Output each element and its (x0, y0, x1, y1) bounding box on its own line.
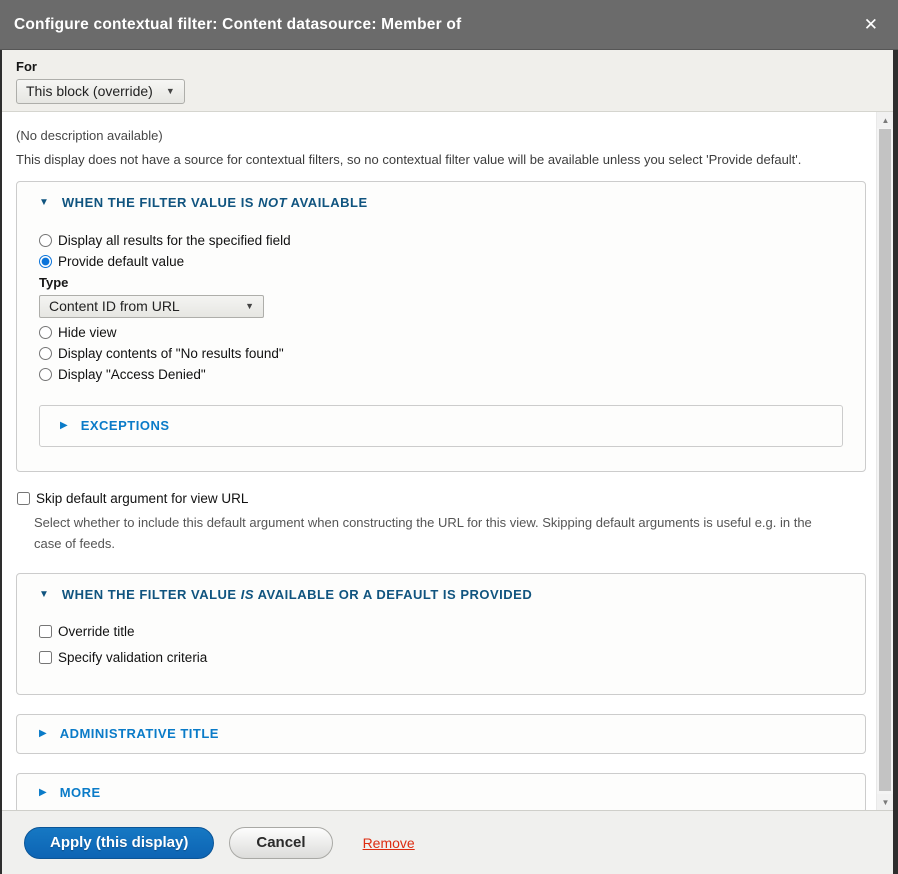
scroll-down-icon[interactable]: ▼ (877, 794, 893, 810)
radio-row-no-results[interactable]: Display contents of "No results found" (39, 346, 843, 361)
chevron-down-icon: ▼ (245, 301, 254, 311)
dialog-footer: Apply (this display) Cancel Remove (2, 810, 893, 874)
type-label: Type (39, 275, 843, 290)
fieldset-available-toggle[interactable]: ▼ When the filter value is available or … (39, 587, 843, 602)
type-select-value: Content ID from URL (49, 298, 180, 314)
chevron-down-icon: ▼ (166, 86, 175, 96)
checkbox-row-override-title[interactable]: Override title (39, 624, 843, 639)
default-action-options: Display all results for the specified fi… (39, 233, 843, 269)
cancel-button[interactable]: Cancel (229, 827, 332, 859)
vertical-scrollbar[interactable]: ▲ ▼ (876, 112, 893, 810)
checkbox-row-validation[interactable]: Specify validation criteria (39, 650, 843, 665)
scroll-up-icon[interactable]: ▲ (877, 112, 893, 128)
fieldset-available: ▼ When the filter value is available or … (16, 573, 866, 695)
radio-label: Display "Access Denied" (58, 367, 206, 382)
content-inner: (No description available) This display … (2, 112, 876, 810)
triangle-right-icon: ▶ (39, 728, 47, 739)
fieldset-not-available: ▼ When the filter value is not available… (16, 181, 866, 472)
radio-label: Hide view (58, 325, 117, 340)
dialog-header: Configure contextual filter: Content dat… (0, 0, 898, 50)
triangle-down-icon: ▼ (39, 197, 49, 208)
fieldset-exceptions-legend: Exceptions (81, 418, 170, 433)
fieldset-available-legend: When the filter value is available or a … (62, 587, 532, 602)
fieldset-exceptions-toggle[interactable]: ▶ Exceptions (60, 418, 822, 433)
radio-label: Display contents of "No results found" (58, 346, 284, 361)
radio-no-results[interactable] (39, 347, 52, 360)
triangle-down-icon: ▼ (39, 589, 49, 600)
fieldset-more-toggle[interactable]: ▶ More (39, 785, 843, 800)
for-select[interactable]: This block (override) ▼ (16, 79, 185, 104)
triangle-right-icon: ▶ (39, 787, 47, 798)
close-icon[interactable]: ✕ (864, 16, 878, 33)
radio-row-access-denied[interactable]: Display "Access Denied" (39, 367, 843, 382)
radio-label: Display all results for the specified fi… (58, 233, 291, 248)
radio-row-provide-default[interactable]: Provide default value (39, 254, 843, 269)
skip-default-checkbox[interactable] (17, 492, 30, 505)
radio-row-hide-view[interactable]: Hide view (39, 325, 843, 340)
triangle-right-icon: ▶ (60, 420, 68, 431)
apply-button[interactable]: Apply (this display) (24, 827, 214, 859)
for-section: For This block (override) ▼ (2, 50, 893, 112)
radio-display-all[interactable] (39, 234, 52, 247)
fieldset-admin-title-toggle[interactable]: ▶ Administrative title (39, 726, 843, 741)
radio-provide-default[interactable] (39, 255, 52, 268)
skip-default-label: Skip default argument for view URL (36, 491, 248, 506)
for-label: For (16, 59, 879, 74)
skip-default-row[interactable]: Skip default argument for view URL (17, 491, 866, 506)
fieldset-exceptions: ▶ Exceptions (39, 405, 843, 447)
checkbox-label: Specify validation criteria (58, 650, 207, 665)
override-title-checkbox[interactable] (39, 625, 52, 638)
radio-row-display-all[interactable]: Display all results for the specified fi… (39, 233, 843, 248)
radio-hide-view[interactable] (39, 326, 52, 339)
dialog-content: (No description available) This display … (2, 112, 893, 810)
no-default-options: Hide view Display contents of "No result… (39, 325, 843, 382)
specify-validation-checkbox[interactable] (39, 651, 52, 664)
scrollbar-thumb[interactable] (879, 129, 891, 791)
no-description-text: (No description available) (16, 128, 866, 143)
remove-link[interactable]: Remove (363, 835, 415, 851)
fieldset-more: ▶ More (16, 773, 866, 810)
fieldset-not-available-toggle[interactable]: ▼ When the filter value is not available (39, 195, 843, 210)
default-type-select[interactable]: Content ID from URL ▼ (39, 295, 264, 318)
dialog-title: Configure contextual filter: Content dat… (14, 16, 461, 34)
available-options: Override title Specify validation criter… (39, 624, 843, 665)
checkbox-label: Override title (58, 624, 135, 639)
display-source-warning: This display does not have a source for … (16, 152, 866, 167)
fieldset-not-available-legend: When the filter value is not available (62, 195, 368, 210)
fieldset-admin-title: ▶ Administrative title (16, 714, 866, 754)
fieldset-admin-title-legend: Administrative title (60, 726, 219, 741)
for-select-value: This block (override) (26, 83, 153, 99)
radio-label: Provide default value (58, 254, 184, 269)
skip-default-description: Select whether to include this default a… (34, 512, 838, 554)
fieldset-more-legend: More (60, 785, 101, 800)
radio-access-denied[interactable] (39, 368, 52, 381)
dialog-body: For This block (override) ▼ (No descript… (2, 50, 893, 874)
